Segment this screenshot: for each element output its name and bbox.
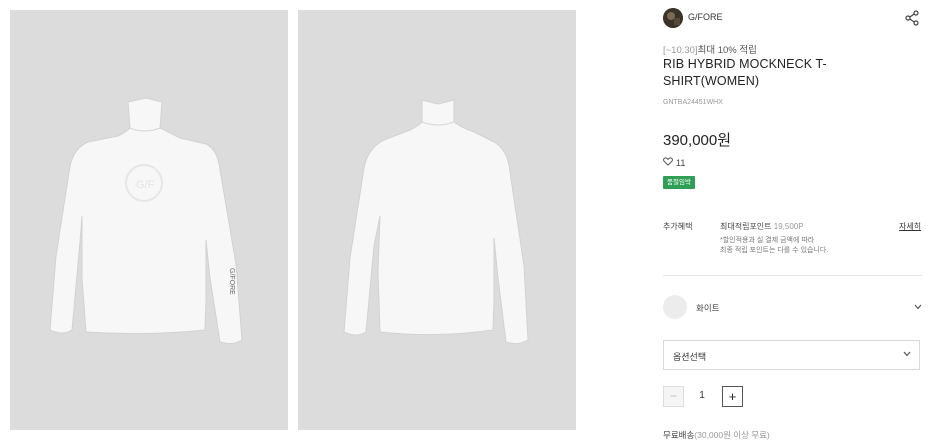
benefit-point: 최대적립포인트 19,500P [720,221,804,232]
product-title: RIB HYBRID MOCKNECK T-SHIRT(WOMEN) [663,57,827,88]
heart-icon [663,157,673,168]
promo-date: [~10.30] [663,45,698,56]
back-shirt-image [343,99,529,345]
product-price: 390,000원 [663,132,732,149]
product-info-panel: G/FORE [~10.30]최대 10% 적립 RIB HYBRID MOCK… [663,0,925,442]
shipping-detail: (30,000원 이상 무료) [694,430,770,440]
shipping-info: 무료배송(30,000원 이상 무료) [663,429,770,441]
product-image-front[interactable]: G/F G/FORE [10,10,288,430]
quantity-minus-button[interactable]: − [663,386,684,407]
point-label: 최대적립포인트 [720,222,772,231]
benefit-label: 추가혜택 [663,222,693,231]
like-count: 11 [676,157,686,168]
detail-link[interactable]: 자세히 [899,221,921,232]
shipping-label: 무료배송 [663,430,695,440]
brand-avatar[interactable] [663,8,683,28]
front-shirt-image: G/F G/FORE [49,97,243,345]
chevron-down-icon [903,349,911,359]
color-name[interactable]: 화이트 [696,302,719,314]
share-icon[interactable] [904,10,920,26]
brand-name[interactable]: G/FORE [688,12,723,22]
quantity-value: 1 [699,390,705,401]
shirt-print-text: G/FORE [228,268,235,295]
product-code: GNTBA24451WHX [663,99,723,106]
option-select[interactable]: 옵션선택 [663,340,920,370]
like-button[interactable]: 11 [663,157,685,168]
benefit-note-line1: *할인적용과 실 결제 금액에 따라 [720,237,815,244]
color-swatch[interactable] [663,295,687,319]
divider [663,275,922,276]
chevron-down-icon[interactable] [914,302,922,312]
option-select-label: 옵션선택 [673,352,707,362]
svg-text:G/F: G/F [136,179,155,191]
product-image-back[interactable] [298,10,576,430]
point-value: 19,500P [773,222,804,231]
promo-text: [~10.30]최대 10% 적립 [663,42,757,56]
status-badge: 품절임박 [663,176,695,189]
quantity-plus-button[interactable]: + [722,386,743,407]
benefit-note-line2: 최종 적립 포인트는 다를 수 있습니다. [720,246,829,254]
benefit-note: *할인적용과 실 결제 금액에 따라 최종 적립 포인트는 다를 수 있습니다. [720,236,828,255]
promo-label: 최대 10% 적립 [697,45,757,56]
